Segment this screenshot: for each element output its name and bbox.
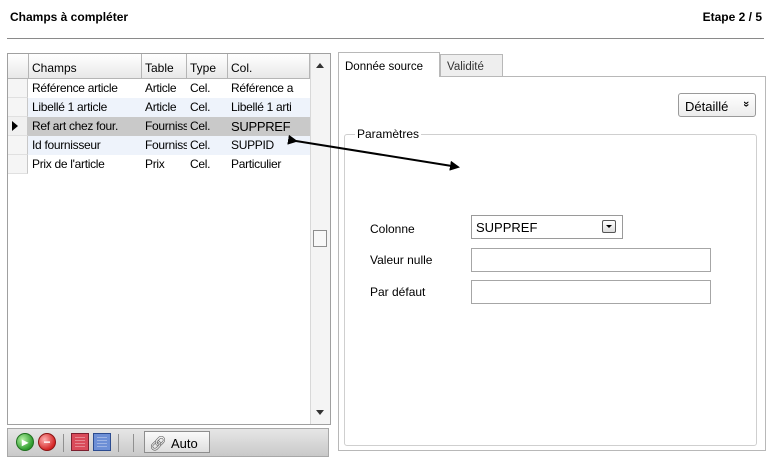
add-icon[interactable]: ▸ [16,433,34,451]
cell-table: Prix [145,157,165,171]
fields-grid[interactable]: Champs Table Type Col. Référence article… [7,53,331,425]
current-row-marker-icon [12,121,18,131]
toolbar-separator [118,434,119,452]
cell-champs: Prix de l'article [32,157,105,171]
tab-donnee-source[interactable]: Donnée source [338,52,440,77]
table-row[interactable]: Prix de l'article Prix Cel. Particulier [8,155,310,174]
cell-table: Article [145,81,177,95]
column-header-champs[interactable]: Champs [29,54,142,79]
grid-corner-header [8,54,29,79]
detail-button[interactable]: Détaillé » [678,93,756,117]
cell-type: Cel. [190,81,211,95]
table-red-icon[interactable] [71,433,89,451]
scroll-up-icon[interactable] [316,63,324,68]
chevron-down-icon [606,225,612,228]
column-header-type[interactable]: Type [187,54,228,79]
cell-type: Cel. [190,138,211,152]
parametres-group: Paramètres Colonne SUPPREF Valeur nulle … [344,127,757,446]
cell-table: Fourniss [145,138,187,152]
tab-validite[interactable]: Validité [440,54,503,77]
row-header[interactable] [8,155,28,174]
cell-col: SUPPREF [231,119,291,134]
cell-col: SUPPID [231,138,274,152]
colonne-label: Colonne [370,222,415,236]
column-header-table[interactable]: Table [142,54,187,79]
row-header[interactable] [8,79,28,98]
cell-table: Article [145,100,177,114]
cell-champs: Id fournisseur [32,138,101,152]
remove-icon[interactable]: − [38,433,56,451]
cell-type: Cel. [190,157,211,171]
cell-champs: Ref art chez four. [32,119,118,133]
row-header[interactable] [8,136,28,155]
toolbar-separator [133,434,134,452]
cell-type: Cel. [190,119,211,133]
valeur-nulle-label: Valeur nulle [370,253,433,267]
cell-col: Référence a [231,81,294,95]
header-divider [7,38,764,39]
cell-col: Particulier [231,157,282,171]
link-icon: 🔗︎ [149,435,167,451]
table-row[interactable]: Référence article Article Cel. Référence… [8,79,310,98]
grid-toolbar: ▸ − 🔗︎ Auto [7,428,329,457]
table-row-selected[interactable]: Ref art chez four. Fourniss Cel. SUPPREF [8,117,310,136]
row-header[interactable] [8,117,28,136]
scroll-down-icon[interactable] [316,410,324,415]
tab-panel: Détaillé » Paramètres Colonne SUPPREF Va… [338,76,766,451]
auto-button[interactable]: 🔗︎ Auto [144,431,210,453]
scroll-thumb[interactable] [313,230,327,247]
colonne-value: SUPPREF [476,220,538,235]
group-title: Paramètres [355,127,422,141]
row-header[interactable] [8,98,28,117]
cell-type: Cel. [190,100,211,114]
auto-label: Auto [171,436,198,451]
table-blue-icon[interactable] [93,433,111,451]
valeur-nulle-input[interactable] [471,248,711,272]
cell-champs: Libellé 1 article [32,100,107,114]
step-indicator: Etape 2 / 5 [702,10,762,24]
colonne-select[interactable]: SUPPREF [471,215,623,239]
dropdown-button[interactable] [602,220,616,233]
column-header-col[interactable]: Col. [228,54,310,79]
par-defaut-label: Par défaut [370,285,426,299]
table-row[interactable]: Id fournisseur Fourniss Cel. SUPPID [8,136,310,155]
cell-table: Fourniss [145,119,187,133]
cell-champs: Référence article [32,81,118,95]
toolbar-separator [63,434,64,452]
detail-label: Détaillé [685,99,729,114]
cell-col: Libellé 1 arti [231,100,292,114]
chevron-down-icon: » [739,100,752,108]
grid-area: Champs Table Type Col. Référence article… [8,54,310,424]
vertical-scrollbar[interactable] [310,54,330,424]
table-row[interactable]: Libellé 1 article Article Cel. Libellé 1… [8,98,310,117]
par-defaut-input[interactable] [471,280,711,304]
header-title: Champs à compléter [10,10,129,24]
